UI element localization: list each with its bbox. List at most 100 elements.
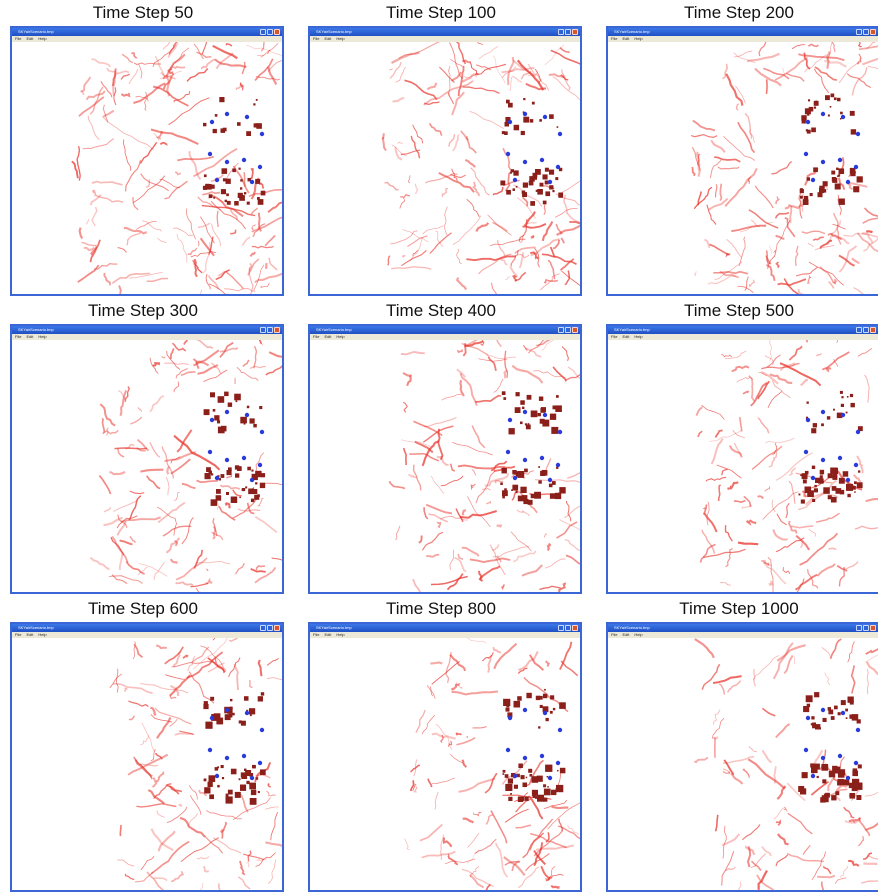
agent-marker	[856, 795, 861, 800]
menu-item-help[interactable]: Help	[634, 334, 642, 339]
trail-path	[738, 543, 758, 545]
minimize-icon[interactable]	[558, 29, 564, 35]
trail-path	[695, 271, 697, 276]
trail-path	[776, 213, 789, 219]
minimize-icon[interactable]	[558, 327, 564, 333]
beacon-marker	[208, 748, 212, 752]
trail-path	[493, 647, 501, 652]
trail-path	[749, 376, 755, 402]
close-icon[interactable]	[274, 327, 280, 333]
menu-item-file[interactable]: File	[15, 334, 21, 339]
menu-item-file[interactable]: File	[611, 334, 617, 339]
trail-path	[130, 536, 135, 543]
trail-path	[255, 567, 276, 582]
beacon-marker	[225, 160, 229, 164]
trail-path	[720, 184, 721, 201]
maximize-icon[interactable]	[267, 625, 273, 631]
minimize-icon[interactable]	[856, 29, 862, 35]
menu-item-help[interactable]: Help	[38, 632, 46, 637]
close-icon[interactable]	[572, 625, 578, 631]
menu-item-file[interactable]: File	[15, 632, 21, 637]
minimize-icon[interactable]	[856, 327, 862, 333]
menu-item-edit[interactable]: Edit	[26, 632, 33, 637]
maximize-icon[interactable]	[565, 29, 571, 35]
close-icon[interactable]	[870, 327, 876, 333]
menu-item-edit[interactable]: Edit	[324, 632, 331, 637]
minimize-icon[interactable]	[558, 625, 564, 631]
beacon-marker	[856, 728, 860, 732]
minimize-icon[interactable]	[260, 29, 266, 35]
window-titlebar[interactable]: SKYairScenario.tmp	[12, 28, 282, 36]
trail-path	[145, 92, 148, 111]
menu-item-edit[interactable]: Edit	[26, 334, 33, 339]
simulation-canvas	[310, 42, 580, 294]
maximize-icon[interactable]	[565, 625, 571, 631]
menu-item-help[interactable]: Help	[38, 334, 46, 339]
menu-item-edit[interactable]: Edit	[26, 36, 33, 41]
minimize-icon[interactable]	[856, 625, 862, 631]
minimize-icon[interactable]	[260, 625, 266, 631]
maximize-icon[interactable]	[863, 625, 869, 631]
menu-item-edit[interactable]: Edit	[622, 334, 629, 339]
menu-item-help[interactable]: Help	[336, 36, 344, 41]
window-titlebar[interactable]: SKYairScenario.tmp	[310, 28, 580, 36]
close-icon[interactable]	[274, 625, 280, 631]
menu-item-help[interactable]: Help	[38, 36, 46, 41]
maximize-icon[interactable]	[267, 29, 273, 35]
agent-marker	[257, 494, 260, 497]
close-icon[interactable]	[870, 29, 876, 35]
window-titlebar[interactable]: SKYairScenario.tmp	[310, 326, 580, 334]
menu-item-help[interactable]: Help	[634, 632, 642, 637]
trail-path	[802, 231, 825, 233]
close-icon[interactable]	[274, 29, 280, 35]
menu-item-file[interactable]: File	[15, 36, 21, 41]
agent-marker	[261, 191, 266, 196]
agent-marker	[815, 478, 820, 483]
menu-item-edit[interactable]: Edit	[324, 36, 331, 41]
agent-marker	[207, 474, 209, 476]
agent-marker	[542, 470, 548, 476]
trail-path	[767, 355, 780, 367]
panel-title: Time Step 300	[2, 298, 284, 324]
window-titlebar[interactable]: SKYairScenario.tmp	[12, 326, 282, 334]
trail-path	[213, 46, 238, 59]
maximize-icon[interactable]	[863, 327, 869, 333]
menu-item-help[interactable]: Help	[336, 632, 344, 637]
menu-item-file[interactable]: File	[611, 632, 617, 637]
maximize-icon[interactable]	[267, 327, 273, 333]
trail-path	[176, 558, 207, 580]
menu-item-edit[interactable]: Edit	[622, 36, 629, 41]
trail-path	[190, 795, 201, 815]
window-titlebar[interactable]: SKYairScenario.tmp	[608, 624, 878, 632]
menu-item-file[interactable]: File	[313, 632, 319, 637]
agent-marker	[556, 395, 559, 398]
agent-marker	[223, 178, 226, 181]
beacon-marker	[260, 430, 264, 434]
menu-item-file[interactable]: File	[313, 36, 319, 41]
window-titlebar[interactable]: SKYairScenario.tmp	[608, 28, 878, 36]
trail-path	[834, 279, 836, 282]
trail-path	[767, 264, 774, 281]
menu-item-help[interactable]: Help	[336, 334, 344, 339]
menu-item-edit[interactable]: Edit	[324, 334, 331, 339]
trail-path	[488, 357, 496, 371]
window-titlebar[interactable]: SKYairScenario.tmp	[12, 624, 282, 632]
agent-marker	[517, 471, 524, 478]
minimize-icon[interactable]	[260, 327, 266, 333]
trail-path	[816, 513, 839, 522]
close-icon[interactable]	[870, 625, 876, 631]
close-icon[interactable]	[572, 327, 578, 333]
close-icon[interactable]	[572, 29, 578, 35]
menu-item-file[interactable]: File	[313, 334, 319, 339]
trail-path	[485, 773, 497, 793]
menu-item-file[interactable]: File	[611, 36, 617, 41]
window-title: SKYairScenario.tmp	[18, 624, 54, 632]
maximize-icon[interactable]	[863, 29, 869, 35]
agent-marker	[854, 171, 856, 173]
window-titlebar[interactable]: SKYairScenario.tmp	[608, 326, 878, 334]
trail-path	[157, 772, 164, 783]
maximize-icon[interactable]	[565, 327, 571, 333]
window-titlebar[interactable]: SKYairScenario.tmp	[310, 624, 580, 632]
menu-item-edit[interactable]: Edit	[622, 632, 629, 637]
menu-item-help[interactable]: Help	[634, 36, 642, 41]
